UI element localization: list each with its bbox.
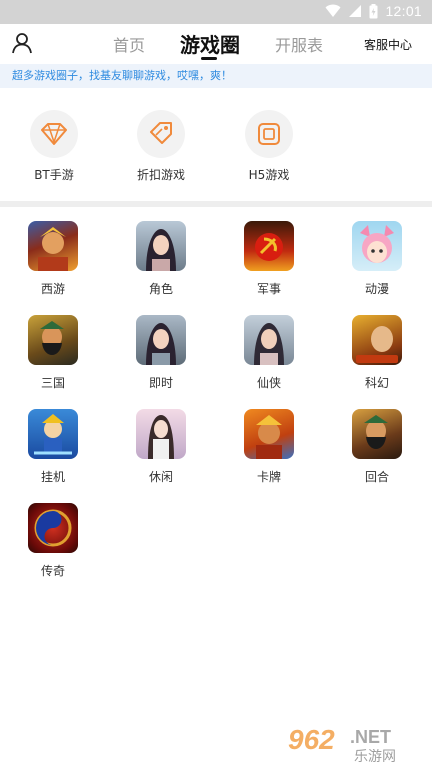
category-label: 卡牌 [256, 470, 281, 484]
user-icon [12, 33, 32, 54]
category-thumbnail [244, 315, 294, 365]
customer-service-link[interactable]: 客服中心 [364, 36, 412, 53]
category-thumbnail [28, 409, 78, 459]
wifi-icon [325, 4, 341, 17]
quick-entry-label: BT手游 [34, 168, 74, 182]
category-thumbnail [136, 315, 186, 365]
category-thumbnail [244, 409, 294, 459]
category-thumbnail [136, 221, 186, 271]
svg-text:乐游网: 乐游网 [354, 749, 396, 765]
category-thumbnail [136, 409, 186, 459]
category-thumbnail [244, 221, 294, 271]
quick-entry-h5-games[interactable]: H5游戏 [229, 110, 309, 183]
user-profile-button[interactable] [11, 32, 33, 54]
quick-entries: BT手游 折扣游戏 H5游戏 [0, 110, 432, 182]
diamond-icon [41, 123, 67, 145]
category-thumbnail [28, 315, 78, 365]
category-role[interactable]: 角色 [126, 221, 196, 297]
category-realtime[interactable]: 即时 [126, 315, 196, 391]
category-turn-based[interactable]: 回合 [342, 409, 412, 485]
tab-game-circle[interactable]: 游戏圈 [180, 29, 240, 58]
tab-home[interactable]: 首页 [113, 32, 145, 56]
category-label: 军事 [256, 282, 281, 296]
category-xiyou[interactable]: 西游 [18, 221, 88, 297]
category-anime[interactable]: 动漫 [342, 221, 412, 297]
category-three-kingdoms[interactable]: 三国 [18, 315, 88, 391]
category-label: 动漫 [364, 282, 389, 296]
category-thumbnail [352, 315, 402, 365]
battery-icon [369, 3, 378, 18]
top-navigation: 首页 游戏圈 开服表 客服中心 [0, 24, 432, 62]
site-watermark-logo: 962 .NET 乐游网 [286, 721, 426, 765]
category-xianxia[interactable]: 仙侠 [234, 315, 304, 391]
category-thumbnail [352, 409, 402, 459]
category-label: 三国 [40, 376, 65, 390]
section-divider [0, 201, 432, 207]
category-label: 西游 [40, 282, 65, 296]
tab-server-schedule[interactable]: 开服表 [275, 32, 323, 56]
category-casual[interactable]: 休闲 [126, 409, 196, 485]
svg-text:962: 962 [288, 724, 335, 755]
status-bar: 12:01 [0, 0, 432, 24]
discount-tag-icon [150, 122, 172, 144]
cellular-signal-icon [349, 5, 362, 17]
h5-screen-icon [258, 123, 280, 145]
category-label: 传奇 [40, 564, 65, 578]
category-label: 即时 [148, 376, 173, 390]
category-scifi[interactable]: 科幻 [342, 315, 412, 391]
category-label: 挂机 [40, 470, 65, 484]
category-label: 仙侠 [256, 376, 281, 390]
category-military[interactable]: 军事 [234, 221, 304, 297]
category-idle[interactable]: 挂机 [18, 409, 88, 485]
active-tab-indicator [201, 57, 217, 60]
quick-entry-label: 折扣游戏 [136, 168, 185, 182]
category-label: 回合 [364, 470, 389, 484]
quick-entry-label: H5游戏 [248, 168, 290, 182]
notice-banner: 超多游戏圈子，找基友聊聊游戏，哎嘿，爽！ [0, 64, 432, 88]
svg-text:.NET: .NET [350, 727, 391, 747]
category-label: 休闲 [148, 470, 173, 484]
category-thumbnail [28, 503, 78, 553]
category-thumbnail [352, 221, 402, 271]
category-label: 科幻 [364, 376, 389, 390]
category-card[interactable]: 卡牌 [234, 409, 304, 485]
quick-entry-bt-games[interactable]: BT手游 [14, 110, 94, 183]
category-label: 角色 [148, 282, 173, 296]
category-legend[interactable]: 传奇 [18, 503, 88, 579]
clock: 12:01 [385, 3, 422, 19]
quick-entry-discount-games[interactable]: 折扣游戏 [121, 110, 201, 183]
category-thumbnail [28, 221, 78, 271]
